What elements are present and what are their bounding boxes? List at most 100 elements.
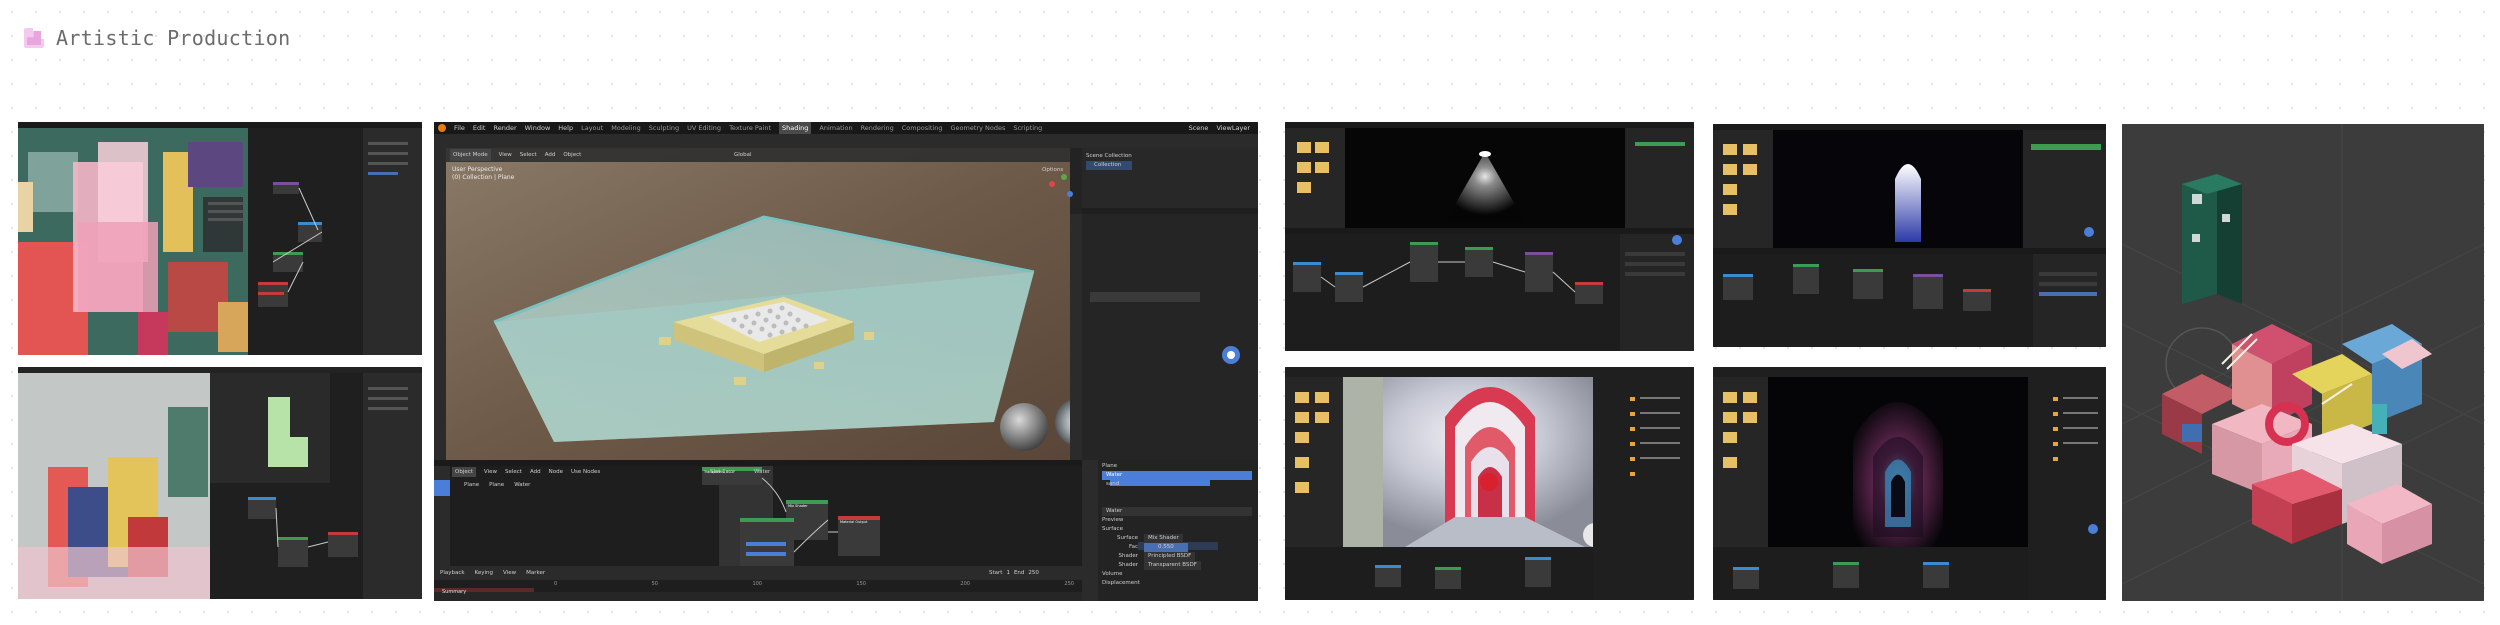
viewport-collection-label: (0) Collection | Plane — [452, 174, 515, 181]
timeline-menu-view[interactable]: View — [503, 567, 516, 579]
translucent-tower-screenshot — [18, 367, 422, 599]
section-preview[interactable]: Preview — [1102, 516, 1252, 525]
tab-shading[interactable]: Shading — [779, 122, 812, 134]
thumbnail-dark-corridor[interactable] — [1713, 367, 2106, 600]
breadcrumb-mesh: Plane — [489, 482, 505, 488]
view-layer-selector[interactable]: ViewLayer — [1216, 122, 1258, 134]
menu-edit[interactable]: Edit — [473, 122, 486, 134]
timeline-tick: 0 — [554, 581, 558, 587]
outliner: Scene Collection Collection — [1086, 152, 1132, 170]
node-editor-mode[interactable]: Object — [452, 467, 476, 477]
material-slot-sand[interactable]: sand — [1102, 480, 1252, 489]
viewport-overlay-text: User Perspective (0) Collection | Plane — [452, 166, 514, 182]
surface-label: Surface — [1117, 535, 1138, 541]
material-slot-water[interactable]: Water — [1102, 471, 1252, 480]
timeline-tick: 50 — [651, 581, 658, 587]
tab-uv-editing[interactable]: UV Editing — [687, 122, 721, 134]
breadcrumb-object: Plane — [464, 482, 480, 488]
thumbnail-red-arches[interactable] — [1285, 367, 1694, 600]
node-material-output[interactable]: Material Output — [840, 520, 868, 524]
thumbnail-glowing-arch[interactable] — [1713, 124, 2106, 347]
surface-row: Surface Mix Shader — [1102, 534, 1252, 543]
shader2-row: Shader Transparent BSDF — [1102, 561, 1252, 570]
node-mix-shader[interactable]: Mix Shader — [788, 504, 808, 508]
thumbnail-translucent-tower-viewport[interactable] — [18, 367, 422, 599]
tab-geometry-nodes[interactable]: Geometry Nodes — [951, 122, 1006, 134]
menu-window[interactable]: Window — [525, 122, 551, 134]
timeline-tick: 150 — [856, 581, 866, 587]
object-mode-dropdown[interactable]: Object Mode — [450, 149, 491, 161]
frame-range: Start 1 End 250 — [989, 567, 1039, 579]
fac-label: Fac — [1128, 544, 1138, 550]
viewport-options-button[interactable]: Options — [1042, 165, 1063, 175]
menu-render[interactable]: Render — [493, 122, 516, 134]
outliner-scene-collection[interactable]: Scene Collection — [1086, 152, 1132, 161]
timeline-menu-keying[interactable]: Keying — [475, 567, 493, 579]
viewport-header: Object Mode View Select Add Object — [450, 149, 581, 161]
dark-corridor-screenshot — [1713, 367, 2106, 600]
viewport-menu-select[interactable]: Select — [520, 149, 537, 161]
section-header: Artistic Production — [24, 24, 290, 52]
outliner-collection[interactable]: Collection — [1086, 161, 1132, 170]
spotlight-screenshot — [1285, 122, 1694, 351]
thumbnail-isometric-building[interactable] — [2122, 124, 2484, 601]
tab-modeling[interactable]: Modeling — [611, 122, 641, 134]
node-menu-add[interactable]: Add — [530, 467, 541, 477]
blender-logo-icon — [438, 124, 446, 132]
timeline-tick: 200 — [960, 581, 970, 587]
viewport-shading-selector[interactable]: Global — [734, 149, 752, 161]
menu-file[interactable]: File — [454, 122, 465, 134]
shader1-dropdown[interactable]: Principled BSDF — [1144, 552, 1196, 561]
timeline-ruler: 0 50 100 150 200 250 — [554, 580, 1074, 588]
section-surface[interactable]: Surface — [1102, 525, 1252, 534]
fac-row: Fac 0.550 — [1102, 543, 1252, 552]
node-transparent-bsdf[interactable]: Transparent BSDF — [704, 470, 735, 474]
end-frame-label: End — [1013, 570, 1025, 576]
node-menu-node[interactable]: Node — [549, 467, 563, 477]
fac-slider[interactable]: 0.550 — [1144, 543, 1188, 552]
tab-scripting[interactable]: Scripting — [1013, 122, 1042, 134]
timeline-tick: 100 — [752, 581, 762, 587]
shader2-dropdown[interactable]: Transparent BSDF — [1144, 561, 1201, 570]
thumbnail-voxel-city-viewport[interactable] — [18, 122, 422, 355]
section-volume[interactable]: Volume — [1102, 570, 1252, 579]
start-frame-field[interactable]: 1 — [1006, 567, 1010, 579]
surface-shader-dropdown[interactable]: Mix Shader — [1144, 534, 1183, 543]
viewport-menu-object[interactable]: Object — [563, 149, 581, 161]
section-displacement[interactable]: Displacement — [1102, 579, 1252, 588]
tab-animation[interactable]: Animation — [819, 122, 852, 134]
node-breadcrumb: Plane Plane Water — [464, 482, 530, 488]
tab-rendering[interactable]: Rendering — [861, 122, 894, 134]
blender-top-bar: File Edit Render Window Help Layout Mode… — [434, 122, 1258, 134]
timeline-summary[interactable]: Summary — [442, 588, 466, 596]
timeline-header: Playback Keying View Marker — [440, 567, 545, 579]
viewport-menu-view[interactable]: View — [499, 149, 512, 161]
shader2-label: Shader — [1118, 562, 1138, 568]
tab-sculpting[interactable]: Sculpting — [649, 122, 679, 134]
section-title: Artistic Production — [56, 26, 291, 50]
start-frame-label: Start — [989, 570, 1003, 576]
timeline-menu-marker[interactable]: Marker — [526, 567, 545, 579]
tab-layout[interactable]: Layout — [581, 122, 603, 134]
node-material-selector[interactable]: Water — [754, 467, 770, 477]
thumbnail-spotlight-shader[interactable] — [1285, 122, 1694, 351]
tab-compositing[interactable]: Compositing — [902, 122, 943, 134]
glowing-arch-screenshot — [1713, 124, 2106, 347]
viewport-menu-add[interactable]: Add — [545, 149, 556, 161]
scene-selector[interactable]: Scene — [1189, 122, 1209, 134]
timeline-tick: 250 — [1064, 581, 1074, 587]
timeline-menu-playback[interactable]: Playback — [440, 567, 465, 579]
menu-help[interactable]: Help — [558, 122, 573, 134]
shader1-row: Shader Principled BSDF — [1102, 552, 1252, 561]
properties-object-name: Plane — [1102, 463, 1118, 469]
material-name-field[interactable]: Water — [1102, 507, 1252, 516]
node-menu-select[interactable]: Select — [505, 467, 522, 477]
node-menu-view[interactable]: View — [484, 467, 497, 477]
use-nodes-checkbox[interactable]: Use Nodes — [571, 467, 600, 477]
section-logo-icon — [24, 28, 44, 48]
tab-texture-paint[interactable]: Texture Paint — [729, 122, 771, 134]
red-arches-screenshot — [1285, 367, 1694, 600]
blender-main-window[interactable]: File Edit Render Window Help Layout Mode… — [434, 122, 1258, 601]
end-frame-field[interactable]: 250 — [1028, 567, 1039, 579]
voxel-city-screenshot — [18, 122, 422, 355]
